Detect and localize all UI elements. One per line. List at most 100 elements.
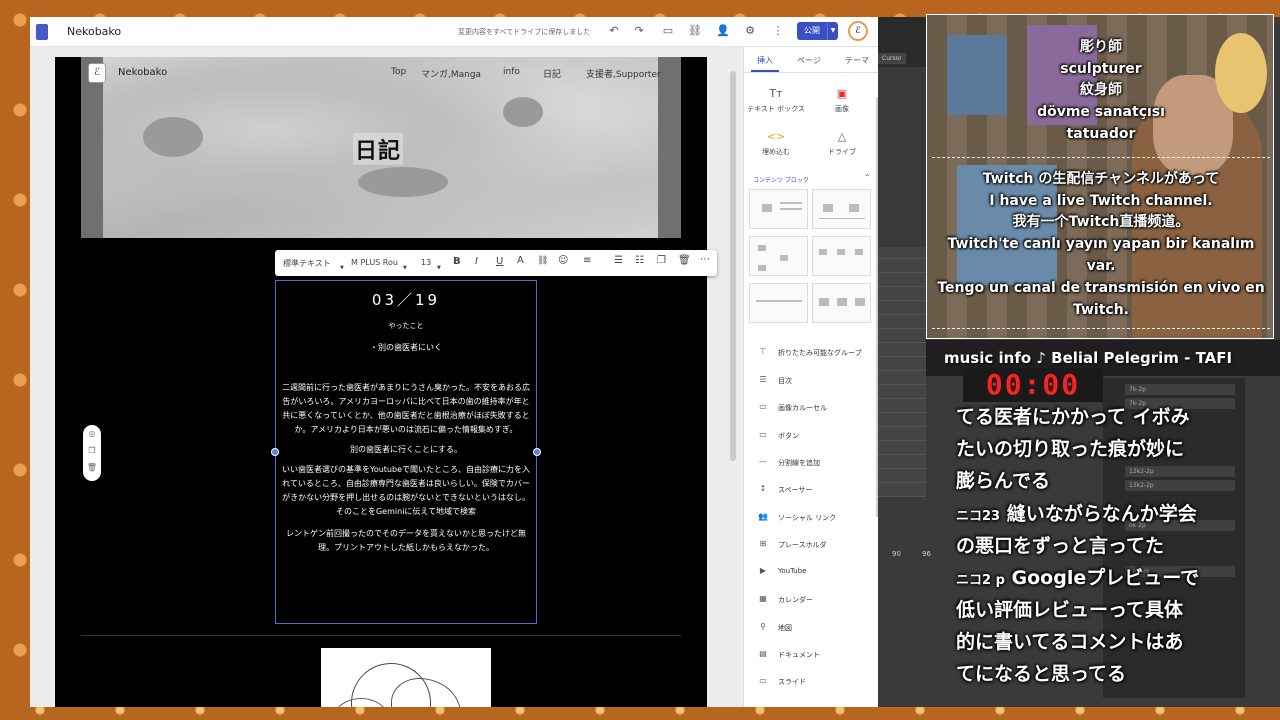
header-banner: ℰ Nekobako Top マンガ,Manga info 日記 支援者,Sup… — [81, 57, 681, 238]
bold-icon[interactable]: B — [453, 256, 461, 267]
chat-text: たいの切り取った痕が妙に — [956, 438, 1185, 460]
chat-line: 的に書いてるコメントはあ — [956, 626, 1246, 658]
font-select[interactable]: M PLUS Rou — [351, 258, 398, 267]
divider-icon: — — [759, 457, 767, 466]
layer-row[interactable]: 7k-2p — [1125, 384, 1235, 395]
align-icon[interactable]: ≡ — [583, 255, 591, 266]
text-color-icon[interactable]: A — [517, 255, 524, 266]
site-page: ℰ Nekobako Top マンガ,Manga info 日記 支援者,Sup… — [55, 57, 717, 707]
sites-editor-window: Nekobako 変更内容をすべてドライブに保存しました ↶ ↷ ▭ ⛓ 👤 ⚙… — [30, 17, 878, 707]
panel-item-label: ソーシャル リンク — [778, 514, 837, 522]
tab-insert[interactable]: 挿入 — [757, 55, 773, 66]
embed-icon: <> — [766, 130, 786, 143]
duplicate-icon[interactable]: ❐ — [657, 255, 666, 266]
caption-divider — [932, 328, 1270, 329]
insert-image[interactable]: ▣ 画像 — [812, 87, 872, 114]
timeline-number: 90 — [892, 550, 901, 558]
layout-block[interactable] — [749, 189, 808, 229]
cursor-dropdown[interactable]: Cursor — [878, 53, 906, 64]
sketch-line — [391, 678, 461, 707]
caption-line: Twitch'te canlı yayın yapan bir kanalım — [947, 236, 1255, 252]
numbered-list-icon[interactable]: ☰ — [614, 255, 623, 266]
webcam-overlay: 彫り師 sculpturer 紋身師 dövme sanatçısı tatua… — [926, 14, 1274, 339]
canvas-scrollbar[interactable] — [730, 71, 736, 461]
style-icon[interactable]: ◎ — [83, 425, 101, 442]
nav-item[interactable]: 支援者,Supporter — [586, 67, 661, 80]
link-icon[interactable]: ⛓ — [688, 24, 702, 38]
resize-handle-left[interactable] — [271, 448, 279, 456]
insert-label: 画像 — [835, 105, 849, 113]
nav-item[interactable]: マンガ,Manga — [421, 67, 481, 80]
link-icon[interactable]: ⛓ — [537, 256, 548, 266]
nav-item[interactable]: 日記 — [543, 67, 561, 80]
chat-line: てになると思ってる — [956, 658, 1246, 690]
undo-icon[interactable]: ↶ — [607, 24, 621, 38]
chat-text: 縫いながらなんか学会 — [1006, 503, 1197, 525]
insert-embed[interactable]: <> 埋め込む — [746, 130, 806, 157]
site-nav: ℰ Nekobako Top マンガ,Manga info 日記 支援者,Sup… — [81, 63, 681, 83]
tab-themes[interactable]: テーマ — [845, 55, 869, 66]
more-icon[interactable]: ⋮ — [771, 24, 785, 38]
caption-line: 彫り師 — [1080, 39, 1122, 55]
share-icon[interactable]: 👤 — [716, 24, 730, 38]
insert-textbox[interactable]: Tт テキスト ボックス — [746, 87, 806, 114]
saved-status: 変更内容をすべてドライブに保存しました — [458, 28, 591, 36]
delete-icon[interactable]: 🗑 — [678, 255, 691, 266]
diary-paragraph: いい歯医者選びの基準をYoutubeで聞いたところ、自由診療に力を入れているとこ… — [282, 465, 530, 516]
layout-block[interactable] — [749, 236, 808, 276]
diary-text-box[interactable]: 03／19 やったこと ・別の歯医者にいく 二週間前に行った歯医者があまりにうさ… — [275, 280, 537, 624]
chat-text: てになると思ってる — [956, 663, 1127, 685]
publish-options-button[interactable]: ▼ — [827, 22, 838, 40]
sketch-image[interactable] — [321, 648, 491, 707]
panel-scrollbar[interactable] — [876, 97, 878, 517]
delete-icon[interactable]: 🗑 — [83, 459, 101, 476]
insert-label: テキスト ボックス — [747, 105, 805, 113]
layout-block[interactable] — [812, 283, 871, 323]
nav-item[interactable]: Top — [391, 67, 406, 77]
more-icon[interactable]: ⋯ — [700, 254, 710, 265]
chat-line: 膨らんでる — [956, 465, 1246, 497]
collapsible-icon: ⊤ — [759, 347, 767, 356]
panel-item-label: スライド — [778, 678, 806, 686]
nav-item[interactable]: info — [503, 67, 520, 77]
tab-pages[interactable]: ページ — [797, 55, 821, 66]
preview-icon[interactable]: ▭ — [661, 24, 675, 38]
doc-title[interactable]: Nekobako — [67, 25, 121, 38]
insert-drive[interactable]: △ ドライブ — [812, 130, 872, 157]
spacer-icon: ↕ — [759, 484, 767, 493]
chevron-down-icon: ▼ — [403, 265, 407, 271]
chat-text: 低い評価レビューって具体 — [956, 599, 1184, 621]
chat-text: の悪口をずっと言ってた — [956, 535, 1165, 557]
chevron-up-icon[interactable]: ⌃ — [864, 173, 871, 182]
avatar[interactable]: ℰ — [848, 21, 868, 41]
underline-icon[interactable]: U — [496, 256, 503, 267]
banner-shape — [143, 117, 203, 157]
layout-block[interactable] — [812, 189, 871, 229]
chat-user: ニコ2 p — [956, 573, 1005, 588]
timeline-number: 96 — [922, 550, 931, 558]
resize-handle-right[interactable] — [533, 448, 541, 456]
site-brand[interactable]: Nekobako — [118, 67, 167, 78]
chat-line: たいの切り取った痕が妙に — [956, 433, 1246, 465]
font-size-select[interactable]: 13 — [421, 258, 431, 267]
gear-icon[interactable]: ⚙ — [743, 24, 757, 38]
emoji-icon[interactable]: ☺ — [558, 255, 568, 266]
section-divider — [81, 635, 681, 636]
layout-block[interactable] — [812, 236, 871, 276]
map-icon: ⚲ — [760, 622, 766, 631]
publish-button[interactable]: 公開 — [797, 22, 827, 40]
youtube-icon: ▶ — [759, 566, 767, 575]
drive-icon: △ — [837, 130, 847, 143]
stream-timer: 00:00 — [963, 368, 1103, 402]
duplicate-icon[interactable]: ❐ — [83, 442, 101, 459]
italic-icon[interactable]: I — [475, 256, 478, 267]
page-title: 日記 — [353, 133, 404, 165]
layout-block[interactable] — [749, 283, 808, 323]
panel-item-label: ドキュメント — [778, 651, 820, 659]
image-icon: ▣ — [836, 87, 848, 100]
redo-icon[interactable]: ↷ — [632, 24, 646, 38]
site-logo[interactable]: ℰ — [88, 63, 106, 83]
bulleted-list-icon[interactable]: ☷ — [635, 255, 644, 266]
style-select[interactable]: 標準テキスト — [283, 258, 331, 269]
diary-paragraph: 二週間前に行った歯医者があまりにうさん臭かった。不安をあおる広告がいろいろ。アメ… — [282, 383, 530, 434]
